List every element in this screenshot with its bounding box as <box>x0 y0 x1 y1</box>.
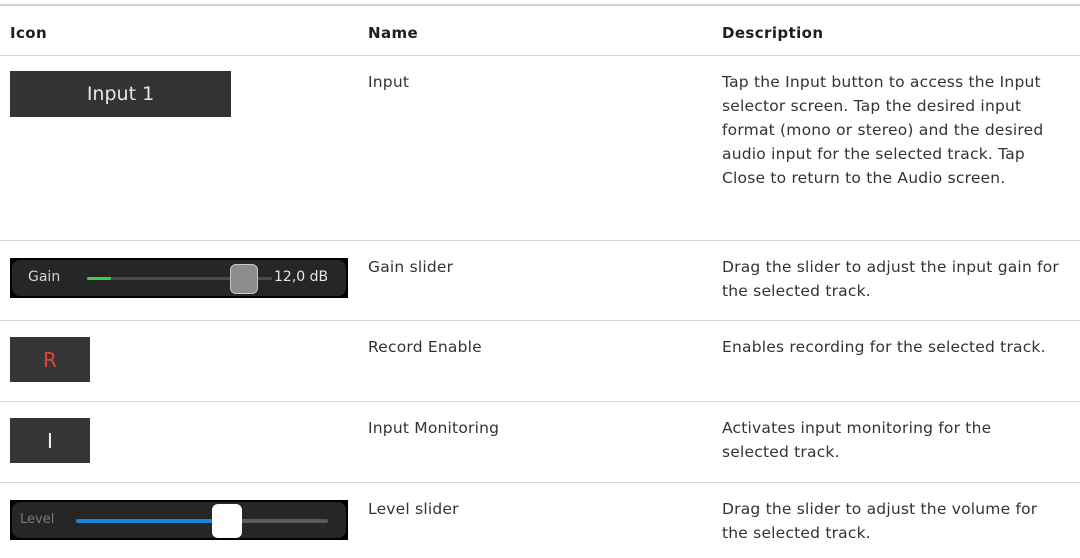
gain-slider-thumb[interactable] <box>230 264 258 294</box>
row-description-gain-slider: Drag the slider to adjust the input gain… <box>722 258 1060 300</box>
row-divider <box>0 320 1080 321</box>
row-divider <box>0 482 1080 483</box>
row-name-input-monitoring: Input Monitoring <box>368 419 500 437</box>
row-name-input: Input <box>368 73 410 91</box>
row-description-input-monitoring: Activates input monitoring for the selec… <box>722 419 992 461</box>
gain-slider[interactable]: Gain 12,0 dB <box>10 258 348 298</box>
gain-value: 12,0 dB <box>274 269 329 285</box>
header-description: Description <box>722 24 824 42</box>
header-name: Name <box>368 24 419 42</box>
level-slider-thumb[interactable] <box>212 504 242 538</box>
top-rule <box>0 4 1080 6</box>
gain-meter-fill <box>87 277 112 280</box>
row-description-record-enable: Enables recording for the selected track… <box>722 338 1046 356</box>
level-slider-track <box>76 519 328 523</box>
header-icon: Icon <box>10 24 48 42</box>
header-divider <box>0 55 1080 56</box>
row-name-level-slider: Level slider <box>368 500 459 518</box>
gain-slider-body: Gain 12,0 dB <box>12 260 346 296</box>
gain-label: Gain <box>28 269 61 285</box>
row-divider <box>0 240 1080 241</box>
level-slider[interactable]: Level <box>10 500 348 540</box>
input-button[interactable]: Input 1 <box>10 71 231 117</box>
row-description-level-slider: Drag the slider to adjust the volume for… <box>722 500 1038 542</box>
record-enable-button[interactable]: R <box>10 337 90 382</box>
row-name-gain-slider: Gain slider <box>368 258 454 276</box>
input-monitoring-button[interactable]: I <box>10 418 90 463</box>
level-label: Level <box>20 512 55 527</box>
row-description-input: Tap the Input button to access the Input… <box>722 73 1044 187</box>
row-divider <box>0 401 1080 402</box>
row-name-record-enable: Record Enable <box>368 338 482 356</box>
level-slider-fill <box>76 519 228 523</box>
level-slider-body: Level <box>12 502 346 538</box>
